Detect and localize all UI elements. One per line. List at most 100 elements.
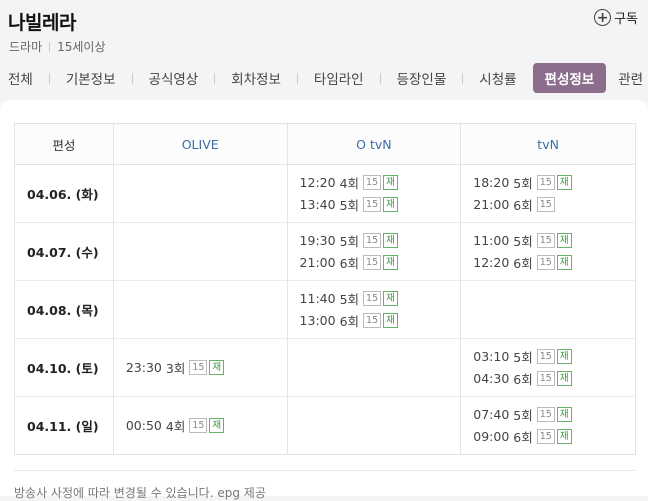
episode-number: 5회 [513, 234, 533, 249]
tab-0[interactable]: 전체 [8, 68, 33, 88]
tab-6[interactable]: 시청률 [479, 68, 516, 88]
table-row: 04.06. (화) 12:20 4회 15 재 13:40 5회 15 재 18:20 5회 15 재… [14, 164, 636, 223]
footer-divider [14, 470, 636, 471]
tab-3[interactable]: 회차정보 [231, 68, 281, 88]
tab-divider [131, 72, 133, 84]
header-schedule: 편성 [14, 123, 114, 165]
subscribe-button[interactable]: + 구독 [594, 8, 638, 27]
date-cell: 04.08. (목) [14, 280, 114, 339]
age-15-badge: 15 [363, 233, 382, 248]
rerun-badge: 재 [383, 233, 398, 248]
schedule-cell: 07:40 5회 15 재 09:00 6회 15 재 [460, 396, 636, 455]
broadcast-entry: 23:30 3회 15 재 [126, 357, 275, 379]
meta-divider [49, 41, 51, 52]
tab-divider [214, 72, 216, 84]
program-header: 나빌레라 드라마 15세이상 + 구독 전체 기본정보 공식영상 회차정보 타임라인 등장… [0, 0, 648, 100]
age-15-badge: 15 [536, 407, 555, 422]
tab-divider [48, 72, 50, 84]
schedule-cell: 19:30 5회 15 재 21:00 6회 15 재 [286, 222, 461, 281]
schedule-cell [112, 222, 288, 281]
schedule-cell [460, 280, 636, 339]
age-15-badge: 15 [189, 418, 208, 433]
airtime: 13:40 [299, 197, 336, 212]
episode-number: 6회 [339, 314, 360, 329]
date-cell: 04.10. (토) [14, 338, 114, 397]
episode-number: 6회 [513, 430, 533, 445]
airtime: 07:40 [473, 407, 510, 422]
header-channel-otvn[interactable]: O tvN [286, 123, 461, 165]
rerun-badge: 재 [209, 360, 225, 375]
airtime: 09:00 [473, 429, 510, 444]
episode-number: 5회 [339, 234, 360, 249]
airtime: 21:00 [473, 197, 510, 212]
tab-4[interactable]: 타임라인 [314, 68, 364, 88]
rerun-badge: 재 [556, 429, 572, 444]
broadcast-entry: 19:30 5회 15 재 [300, 230, 449, 252]
airtime: 03:10 [473, 349, 510, 364]
broadcast-entry: 13:00 6회 15 재 [300, 310, 449, 332]
broadcast-entry: 12:20 6회 15 재 [473, 252, 623, 274]
schedule-cell: 18:20 5회 15 재 21:00 6회 15 [460, 164, 636, 223]
broadcast-entry: 07:40 5회 15 재 [473, 404, 623, 426]
broadcast-entry: 18:20 5회 15 재 [473, 172, 623, 194]
schedule-table: 편성 OLIVE O tvN tvN 04.06. (화) 12:20 4회 15 재 1… [14, 123, 636, 455]
broadcast-entry: 21:00 6회 15 재 [300, 252, 449, 274]
episode-number: 5회 [339, 198, 360, 213]
genre-label: 드라마 [9, 40, 43, 54]
episode-number: 6회 [513, 256, 533, 271]
schedule-cell: 00:50 4회 15 재 [112, 396, 288, 455]
program-meta: 드라마 15세이상 [9, 38, 106, 55]
rerun-badge: 재 [556, 255, 572, 270]
airtime: 21:00 [299, 255, 336, 270]
age-15-badge: 15 [536, 429, 555, 444]
tab-7[interactable]: 편성정보 [532, 63, 607, 93]
airtime: 11:00 [473, 233, 510, 248]
rerun-badge: 재 [556, 349, 572, 364]
age-15-badge: 15 [536, 233, 555, 248]
rerun-badge: 재 [383, 313, 398, 328]
rerun-badge: 재 [209, 418, 225, 433]
schedule-cell: 11:40 5회 15 재 13:00 6회 15 재 [286, 280, 461, 339]
header-channel-tvn[interactable]: tvN [460, 123, 636, 165]
header-channel-olive[interactable]: OLIVE [112, 123, 288, 165]
rerun-badge: 재 [556, 233, 572, 248]
rerun-badge: 재 [556, 371, 572, 386]
rerun-badge: 재 [383, 175, 398, 190]
tab-5[interactable]: 등장인물 [397, 68, 447, 88]
table-row: 04.11. (일) 00:50 4회 15 재 07:40 5회 15 재 09:00 6회 15 재 [14, 396, 636, 455]
age-15-badge: 15 [363, 255, 382, 270]
table-row: 04.07. (수) 19:30 5회 15 재 21:00 6회 15 재 11:00 5회 15 재… [14, 222, 636, 281]
schedule-cell [112, 280, 288, 339]
age-15-badge: 15 [536, 255, 555, 270]
episode-number: 3회 [165, 361, 186, 376]
broadcast-entry: 13:40 5회 15 재 [300, 194, 449, 216]
schedule-cell: 23:30 3회 15 재 [112, 338, 288, 397]
schedule-cell [112, 164, 288, 223]
airtime: 11:40 [299, 291, 336, 306]
airtime: 12:20 [299, 175, 336, 190]
tab-2[interactable]: 공식영상 [149, 68, 199, 88]
broadcast-entry: 09:00 6회 15 재 [473, 426, 623, 448]
age-15-badge: 15 [189, 360, 208, 375]
tab-8[interactable]: 관련 [618, 68, 643, 88]
episode-number: 4회 [339, 176, 360, 191]
plus-circle-icon: + [594, 9, 612, 26]
tab-divider [296, 72, 298, 84]
age-rating-label: 15세이상 [57, 40, 106, 54]
broadcast-entry: 11:00 5회 15 재 [473, 230, 623, 252]
age-15-badge: 15 [536, 175, 555, 190]
airtime: 12:20 [473, 255, 510, 270]
date-cell: 04.06. (화) [14, 164, 114, 223]
tab-divider [462, 72, 464, 84]
age-15-badge: 15 [363, 175, 382, 190]
table-row: 04.08. (목) 11:40 5회 15 재 13:00 6회 15 재 [14, 280, 636, 339]
tab-1[interactable]: 기본정보 [66, 68, 116, 88]
airtime: 00:50 [125, 418, 162, 433]
broadcast-entry: 00:50 4회 15 재 [126, 415, 275, 437]
episode-number: 5회 [513, 350, 533, 365]
episode-number: 6회 [513, 372, 533, 387]
episode-number: 6회 [339, 256, 360, 271]
rerun-badge: 재 [383, 197, 398, 212]
episode-number: 4회 [165, 419, 186, 434]
subscribe-label: 구독 [614, 12, 638, 27]
